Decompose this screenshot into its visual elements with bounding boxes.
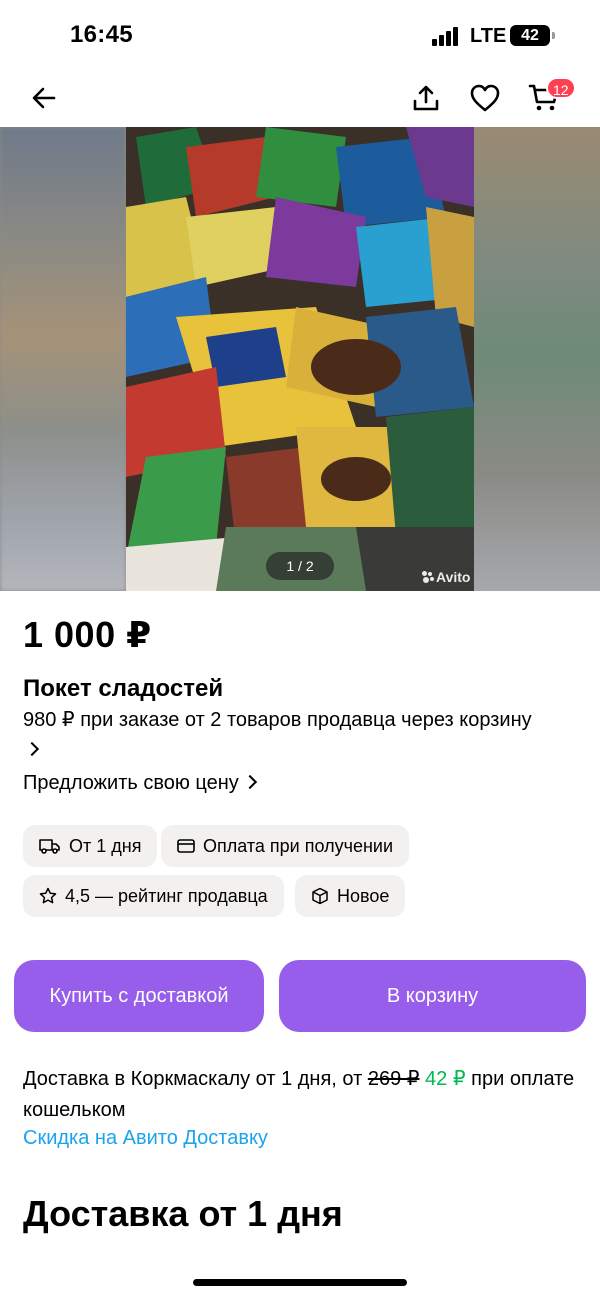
seller-rating-chip[interactable]: 4,5 — рейтинг продавца <box>23 875 284 917</box>
network-type: LTE <box>470 25 507 47</box>
gallery-blur-left <box>0 127 126 591</box>
chevron-right-icon <box>242 774 257 790</box>
offer-price-link[interactable]: Предложить свою цену <box>23 768 257 798</box>
photo-gallery[interactable] <box>0 127 600 591</box>
condition-chip[interactable]: Новое <box>295 875 406 917</box>
battery-level: 42 <box>521 27 539 44</box>
wallet-icon <box>177 839 195 853</box>
signal-icon <box>432 26 462 46</box>
chevron-right-icon <box>24 741 40 757</box>
delivery-time-chip[interactable]: От 1 дня <box>23 825 158 867</box>
delivery-info: Доставка в Коркмаскалу от 1 дня, от 269 … <box>23 1064 583 1126</box>
watermark-text: Avito <box>436 569 471 585</box>
delivery-old-price: 269 ₽ <box>367 1068 420 1090</box>
box-icon <box>312 887 328 905</box>
share-icon <box>413 85 439 111</box>
buy-with-delivery-label: Купить с доставкой <box>49 984 229 1007</box>
avito-logo-icon <box>422 571 434 583</box>
photo-counter: 1 / 2 <box>266 552 334 580</box>
seller-rating-text: 4,5 — рейтинг продавца <box>65 885 268 906</box>
back-button[interactable] <box>24 78 64 118</box>
battery-icon: 42 <box>510 25 550 46</box>
delivery-new-price: 42 ₽ <box>425 1068 466 1090</box>
product-photo[interactable] <box>126 127 474 591</box>
add-to-cart-button[interactable]: В корзину <box>279 960 586 1032</box>
cart-offer-text: 980 ₽ при заказе от 2 товаров продавца ч… <box>23 709 532 731</box>
heart-icon <box>470 84 500 112</box>
favorite-button[interactable] <box>465 78 505 118</box>
arrow-left-icon <box>32 87 56 109</box>
gallery-blur-right <box>474 127 600 591</box>
truck-icon <box>39 839 60 854</box>
listing-title: Покет сладостей <box>23 675 224 702</box>
payment-chip[interactable]: Оплата при получении <box>161 825 410 867</box>
candy-pile-image <box>126 127 474 591</box>
cart-offer-link[interactable]: 980 ₽ при заказе от 2 товаров продавца ч… <box>23 705 543 765</box>
star-icon <box>39 887 57 904</box>
status-bar: 16:45 LTE 42 <box>0 0 600 70</box>
nav-bar <box>0 70 600 127</box>
listing-price: 1 000 ₽ <box>23 614 152 655</box>
delivery-discount-link[interactable]: Скидка на Авито Доставку <box>23 1127 268 1150</box>
add-to-cart-label: В корзину <box>386 984 479 1007</box>
delivery-section-title: Доставка от 1 дня <box>23 1193 343 1234</box>
delivery-text-before: Доставка в Коркмаскалу от 1 дня, от <box>23 1068 368 1090</box>
delivery-time-text: От 1 дня <box>69 835 142 856</box>
status-time: 16:45 <box>70 21 133 48</box>
cart-count-badge: 12 <box>546 77 576 99</box>
payment-text: Оплата при получении <box>203 835 394 856</box>
offer-price-text: Предложить свою цену <box>23 772 239 794</box>
home-indicator[interactable] <box>193 1279 407 1286</box>
buy-with-delivery-button[interactable]: Купить с доставкой <box>14 960 264 1032</box>
condition-text: Новое <box>337 885 390 906</box>
battery-tip <box>552 32 555 39</box>
avito-watermark: Avito <box>422 569 470 585</box>
share-button[interactable] <box>406 78 446 118</box>
